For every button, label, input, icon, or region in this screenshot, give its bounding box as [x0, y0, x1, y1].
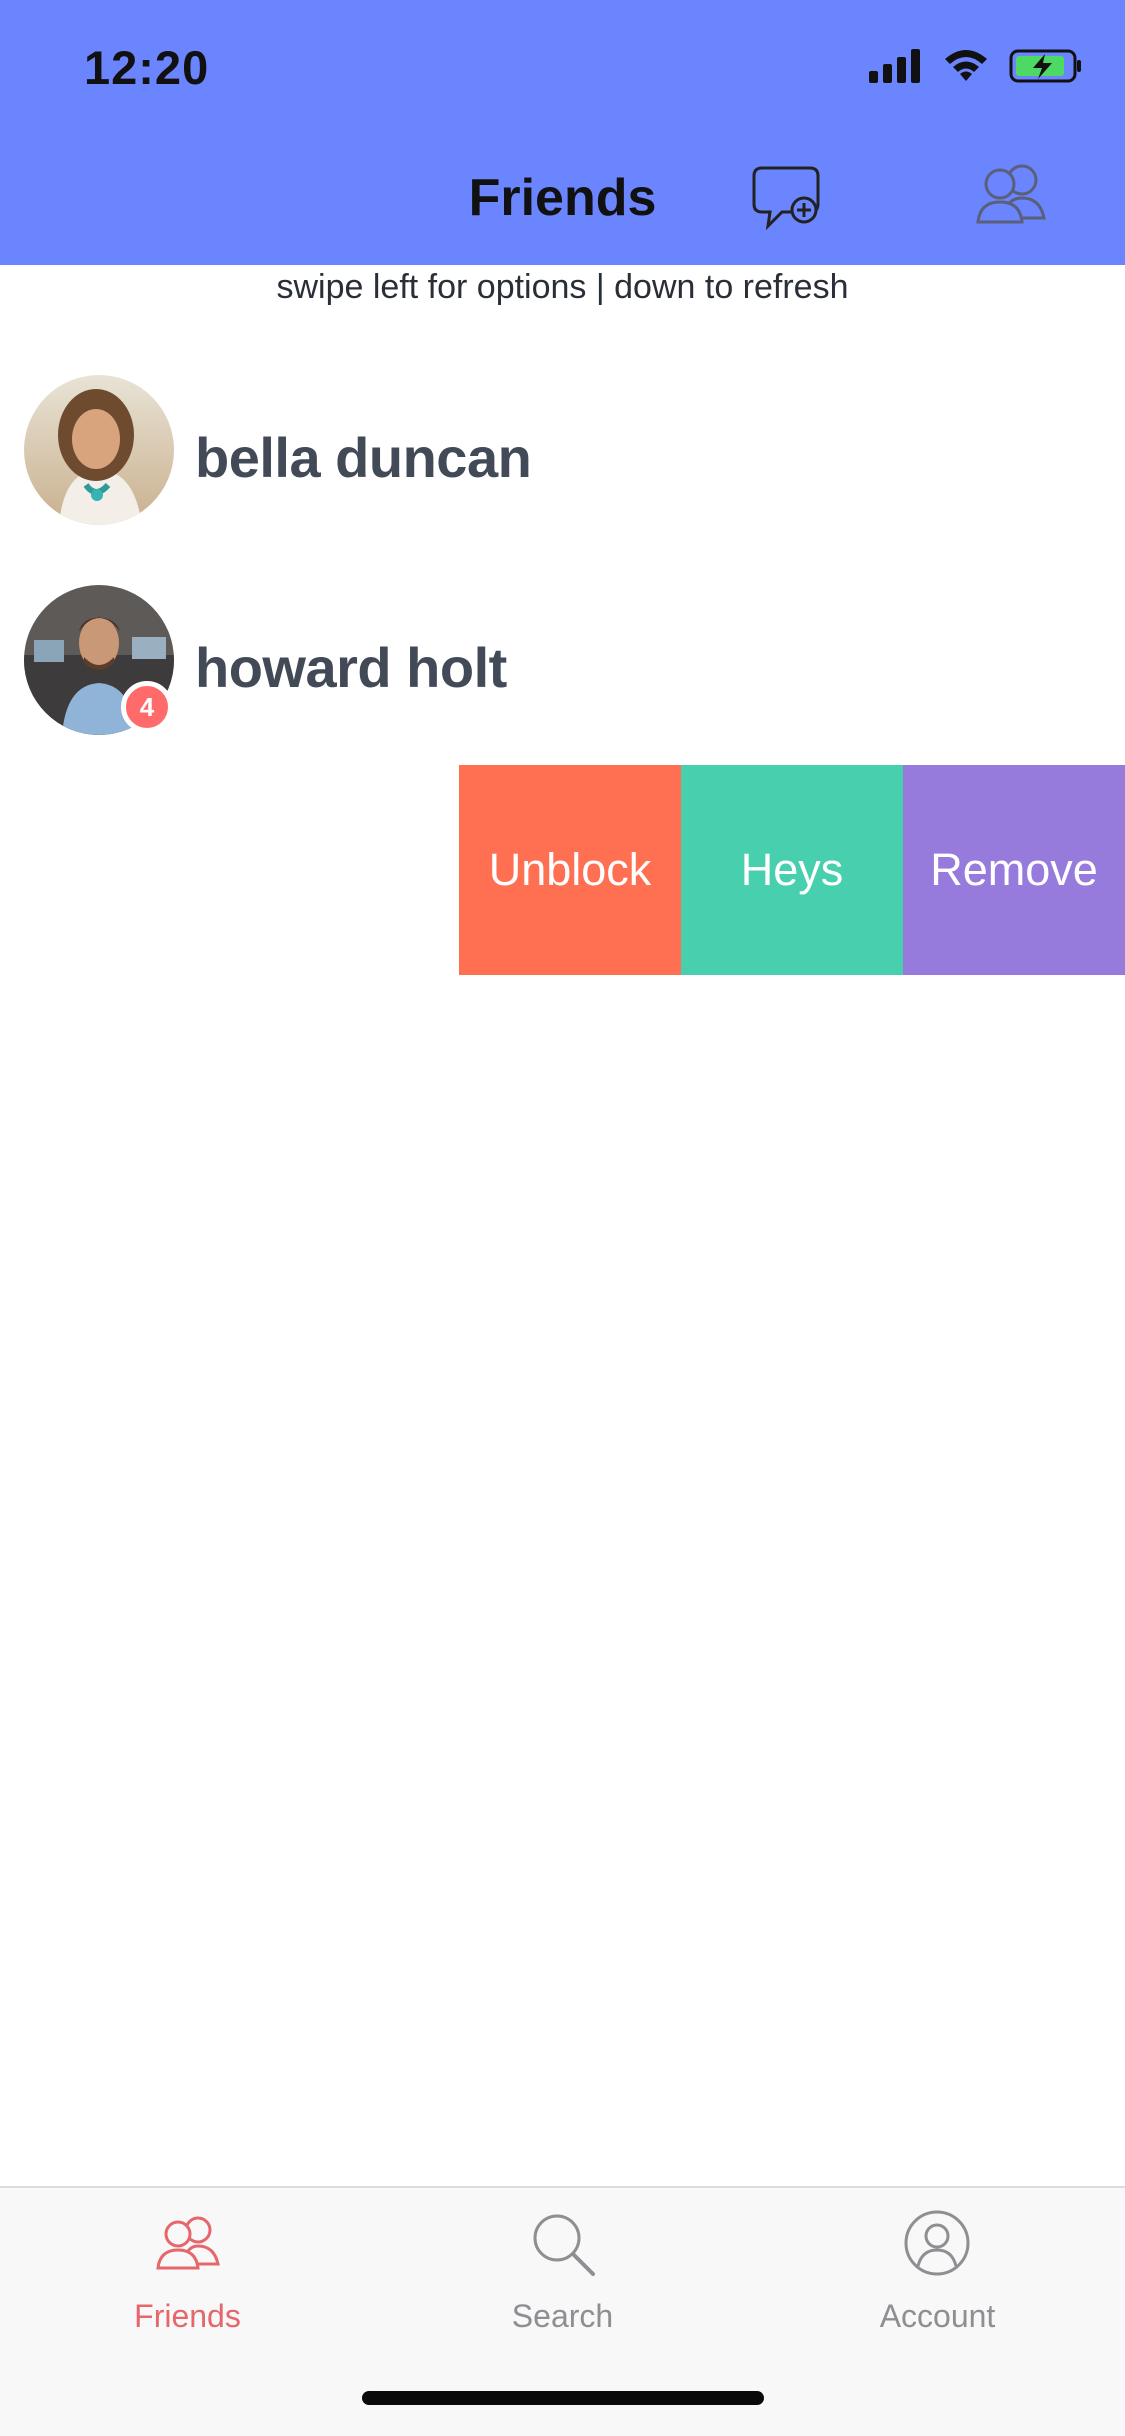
- bella-avatar-image: [24, 375, 174, 525]
- friend-row-howard-holt[interactable]: howard holt: [0, 580, 1125, 750]
- friend-row-bella-duncan[interactable]: bella duncan: [0, 370, 1125, 540]
- status-time: 12:20: [84, 41, 210, 94]
- unblock-button[interactable]: Unblock: [459, 765, 681, 975]
- friends-icon: [156, 2216, 220, 2270]
- cellular-signal-icon: [869, 49, 920, 83]
- page-title: Friends: [468, 169, 657, 227]
- new-chat-icon[interactable]: [752, 160, 827, 235]
- home-indicator: [362, 2391, 764, 2405]
- account-icon: [904, 2210, 970, 2276]
- swipe-actions: Unblock Heys Remove: [459, 765, 1125, 975]
- wifi-icon: [945, 50, 987, 81]
- battery-charging-icon: [1009, 49, 1081, 83]
- remove-button[interactable]: Remove: [903, 765, 1125, 975]
- friend-name: howard holt: [195, 636, 507, 699]
- tab-label: Account: [879, 2298, 996, 2334]
- tab-account[interactable]: Account: [750, 2188, 1125, 2388]
- friends-group-icon[interactable]: [970, 152, 1052, 234]
- unread-count-badge: 4: [121, 681, 173, 733]
- tab-label: Friends: [134, 2298, 241, 2334]
- tab-label: Search: [511, 2298, 614, 2334]
- avatar: [24, 375, 174, 525]
- top-navigation-bar: 12:20 Friends: [0, 0, 1125, 265]
- swipe-hint: swipe left for options | down to refresh: [276, 268, 849, 306]
- tab-search[interactable]: Search: [375, 2188, 750, 2388]
- tab-friends[interactable]: Friends: [0, 2188, 375, 2388]
- status-icons: [869, 48, 1083, 84]
- friend-name: bella duncan: [195, 426, 532, 489]
- search-icon: [533, 2214, 595, 2276]
- heys-button[interactable]: Heys: [681, 765, 903, 975]
